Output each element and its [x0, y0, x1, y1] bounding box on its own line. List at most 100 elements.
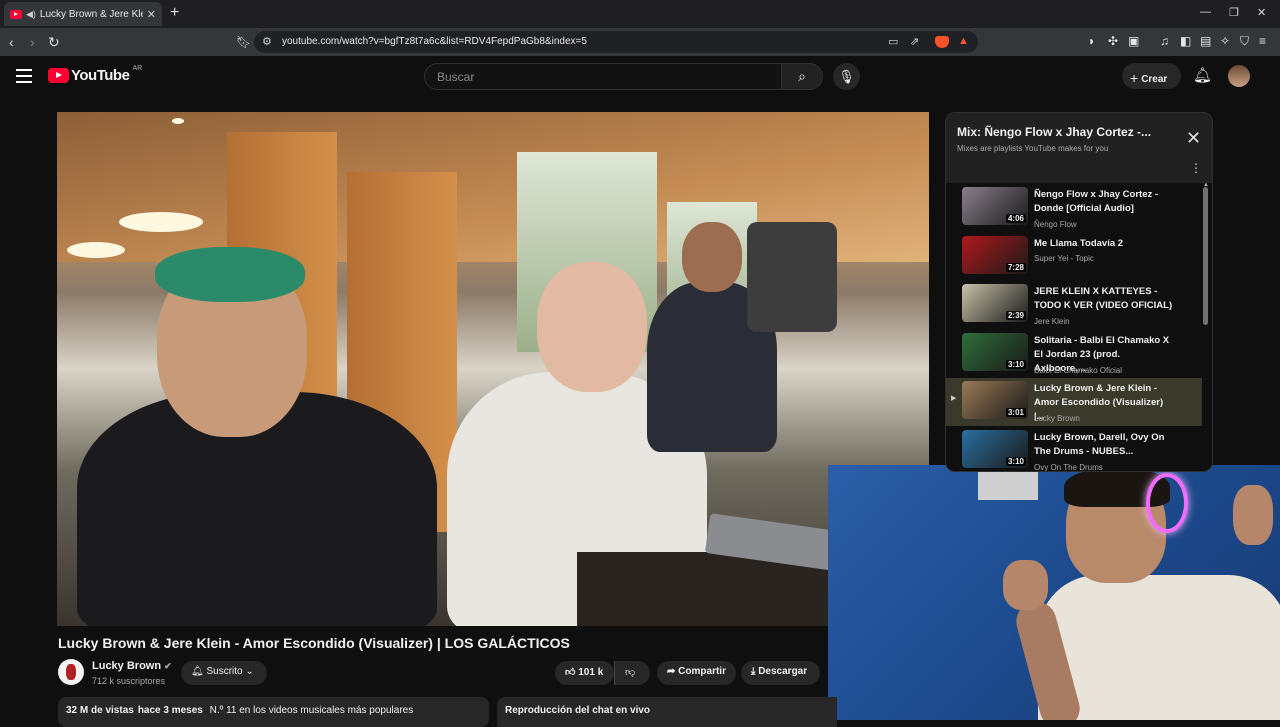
playlist-item-channel: Super Yei - Topic	[1034, 254, 1094, 263]
playlist-item-channel: Jere Klein	[1034, 317, 1070, 326]
playlist-item-title: Lucky Brown, Darell, Ovy On The Drums - …	[1034, 432, 1165, 457]
playlist-thumbnail: 7:28	[962, 236, 1028, 274]
hamburger-menu-icon[interactable]	[16, 69, 32, 87]
playlist-item-title: Me Llama Todavía 2	[1034, 238, 1124, 249]
playlist-item-channel: Lucky Brown	[1034, 414, 1080, 423]
webcam-person-hand	[1233, 485, 1273, 545]
close-tab-icon[interactable]: ✕	[147, 8, 156, 21]
playlist-item[interactable]: 7:28 Me Llama Todavía 2 Super Yei - Topic	[946, 233, 1202, 281]
menu-icon[interactable]: ≡	[1259, 34, 1266, 48]
playlist-thumbnail: 3:10	[962, 333, 1028, 371]
verified-icon: ✔	[164, 661, 172, 671]
bell-icon: 🔔︎	[191, 666, 204, 677]
new-tab-button[interactable]: +	[170, 4, 179, 22]
chevron-down-icon: ⌄	[245, 666, 254, 677]
channel-name-text: Lucky Brown	[92, 660, 162, 672]
account-avatar[interactable]	[1228, 65, 1250, 87]
channel-avatar[interactable]	[58, 659, 84, 685]
playlist-item-title: Ñengo Flow x Jhay Cortez - Donde [Offici…	[1034, 189, 1159, 214]
playlist-item-channel: Balbi El Chamako Oficial	[1034, 366, 1123, 375]
bookmark-icon[interactable]: 🔖︎	[236, 35, 251, 49]
share-button[interactable]: ➦ Compartir	[657, 661, 736, 685]
playlist-item-channel: Ñengo Flow	[1034, 220, 1077, 229]
playlist-title[interactable]: Mix: Ñengo Flow x Jhay Cortez -...	[957, 125, 1151, 139]
restore-button[interactable]: ❐	[1229, 6, 1239, 19]
forward-icon[interactable]: ›	[30, 34, 35, 50]
person-hair	[155, 247, 305, 302]
leo-icon[interactable]: ✧	[1220, 34, 1230, 48]
notifications-bell-icon[interactable]: 🔔︎	[1193, 66, 1212, 84]
search-button[interactable]: ⌕	[781, 63, 823, 90]
duration-badge: 3:10	[1005, 360, 1026, 369]
brave-rewards-icon[interactable]: ▲	[958, 35, 969, 47]
view-count: 32 M de vistas	[66, 705, 134, 716]
subscribed-button[interactable]: 🔔︎ Suscrito ⌄	[181, 661, 267, 685]
playlist-item-title: JERE KLEIN X KATTEYES - TODO K VER (VIDE…	[1034, 286, 1173, 311]
webcam-person-fist	[1003, 560, 1048, 610]
download-button[interactable]: ⤓ Descargar	[741, 661, 820, 685]
wallet-icon[interactable]: ▤	[1200, 34, 1211, 48]
sidebar-icon[interactable]: ◧	[1180, 34, 1191, 48]
upload-age: hace 3 meses	[137, 705, 203, 716]
now-playing-icon: ▶	[951, 395, 957, 402]
duration-badge: 2:39	[1005, 311, 1026, 320]
close-playlist-icon[interactable]: ✕	[1186, 128, 1201, 149]
playlist-thumbnail: 4:06	[962, 187, 1028, 225]
speaker-icon[interactable]: ◀)	[26, 9, 36, 20]
subscribe-label: Suscrito	[206, 666, 243, 677]
playlist-scrollbar[interactable]	[1203, 187, 1208, 325]
browser-toolbar: ‹ › ↻ 🔖︎ ⚙︎ youtube.com/watch?v=bgfTz8t7…	[0, 28, 1280, 56]
playlist-item[interactable]: 4:06 Ñengo Flow x Jhay Cortez - Donde [Of…	[946, 184, 1202, 232]
country-code: AR	[132, 65, 143, 72]
ceiling-light	[119, 212, 203, 232]
plus-icon: +	[1130, 70, 1139, 86]
screenshot-icon[interactable]: ▣	[1128, 34, 1139, 48]
playlist-header: Mix: Ñengo Flow x Jhay Cortez -... Mixes…	[946, 113, 1212, 183]
tab-title: Lucky Brown & Jere Klein - Ar	[39, 8, 143, 20]
brave-shields-icon[interactable]	[935, 36, 949, 48]
search-input[interactable]: Buscar	[424, 63, 782, 90]
playlist-item[interactable]: 2:39 JERE KLEIN X KATTEYES - TODO K VER (…	[946, 281, 1202, 329]
address-bar[interactable]: ⚙︎ youtube.com/watch?v=bgfTz8t7a6c&list=…	[254, 31, 978, 53]
mic-icon: 🎙︎	[838, 69, 855, 84]
voice-search-button[interactable]: 🎙︎	[833, 63, 860, 90]
url-text: youtube.com/watch?v=bgfTz8t7a6c&list=RDV…	[282, 36, 587, 47]
playlist-item[interactable]: 3:10 Lucky Brown, Darell, Ovy On The Drum…	[946, 427, 1202, 471]
description-box[interactable]: 32 M de vistas hace 3 meses N.º 11 en los…	[58, 697, 489, 727]
more-options-icon[interactable]: ⋮	[1190, 161, 1202, 175]
puzzle-icon[interactable]: ✣	[1108, 34, 1118, 48]
search-placeholder: Buscar	[437, 70, 475, 84]
video-player[interactable]	[57, 112, 929, 626]
playlist-subtitle: Mixes are playlists YouTube makes for yo…	[957, 144, 1109, 153]
site-info-icon[interactable]: ⚙︎	[262, 35, 272, 48]
duration-badge: 3:10	[1005, 457, 1026, 466]
microphone	[747, 222, 837, 332]
music-icon[interactable]: ♫	[1160, 34, 1169, 48]
chat-replay[interactable]: Reproducción del chat en vivo	[497, 697, 837, 727]
playlist-panel: Mix: Ñengo Flow x Jhay Cortez -... Mixes…	[945, 112, 1213, 472]
extension-icon[interactable]: ◗	[1088, 34, 1095, 48]
playlist-thumbnail: 3:01	[962, 381, 1028, 419]
dislike-button[interactable]: 👎︎	[614, 661, 650, 685]
channel-name[interactable]: Lucky Brown ✔	[92, 660, 172, 672]
playlist-item[interactable]: 3:10 Solitaria - Balbi El Chamako X El Jo…	[946, 330, 1202, 378]
minimize-button[interactable]: —	[1200, 6, 1211, 18]
playlist-item[interactable]: ▶ 3:01 Lucky Brown & Jere Klein - Amor Esc…	[946, 378, 1202, 426]
video-title: Lucky Brown & Jere Klein - Amor Escondid…	[58, 635, 570, 651]
chat-replay-label: Reproducción del chat en vivo	[505, 705, 651, 716]
share-label: Compartir	[678, 666, 726, 677]
cast-icon[interactable]: ▭	[888, 35, 898, 48]
like-button[interactable]: 👍︎ 101 k	[555, 661, 614, 685]
browser-tab[interactable]: ◀) Lucky Brown & Jere Klein - Ar ✕	[4, 2, 162, 26]
youtube-logo[interactable]: YouTube AR	[48, 65, 143, 84]
share-page-icon[interactable]: ⇗	[910, 35, 919, 48]
reload-icon[interactable]: ↻	[48, 34, 60, 51]
duration-badge: 3:01	[1005, 408, 1026, 417]
window-close-button[interactable]: ✕	[1257, 6, 1266, 19]
youtube-play-icon	[48, 68, 69, 83]
youtube-favicon-icon	[10, 9, 22, 19]
vpn-icon[interactable]: ⛉	[1240, 34, 1249, 49]
back-icon[interactable]: ‹	[9, 34, 14, 50]
create-button[interactable]: + Crear	[1122, 63, 1181, 89]
duration-badge: 4:06	[1005, 214, 1026, 223]
